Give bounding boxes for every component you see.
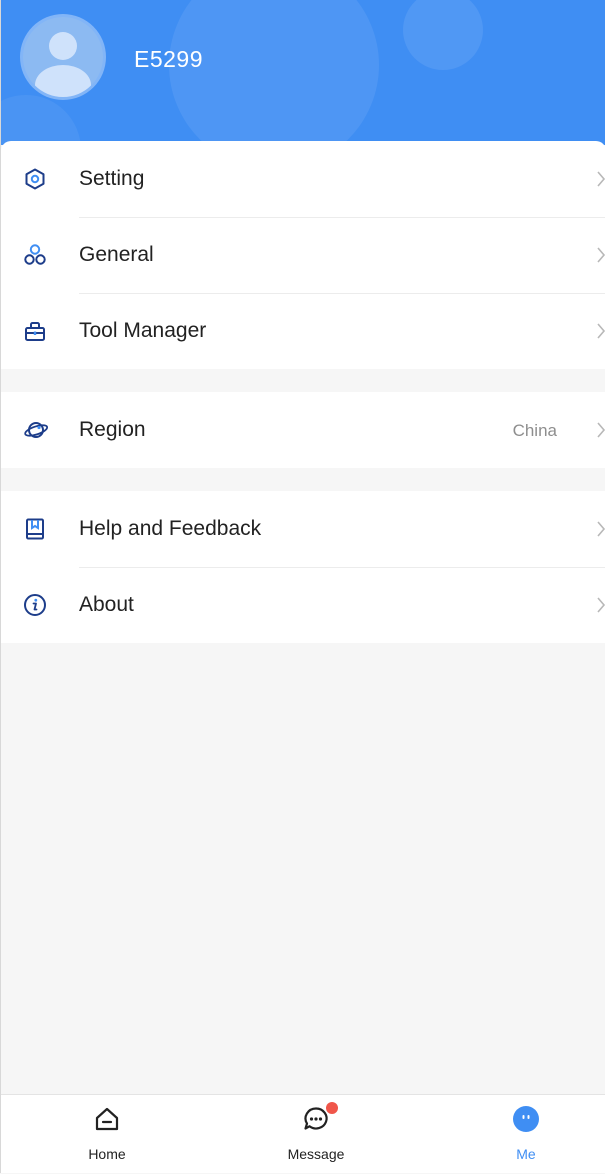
tab-me-label: Me <box>516 1146 536 1162</box>
avatar-head <box>49 32 77 60</box>
book-icon <box>26 518 44 540</box>
tab-message-label: Message <box>287 1146 345 1162</box>
tab-home[interactable]: Home <box>47 1095 167 1174</box>
tab-message[interactable]: Message <box>256 1095 376 1174</box>
chevron-right-icon <box>597 521 605 537</box>
chevron-right-icon <box>597 422 605 438</box>
home-icon <box>95 1107 119 1131</box>
menu-item-about[interactable]: About <box>1 567 605 643</box>
menu-item-general[interactable]: General <box>1 217 605 293</box>
username[interactable]: E5299 <box>134 46 203 73</box>
chevron-right-icon <box>597 171 605 187</box>
avatar[interactable] <box>23 17 103 97</box>
chevron-right-icon <box>597 597 605 613</box>
avatar-shoulders <box>35 65 91 97</box>
message-badge <box>326 1102 338 1114</box>
header-decor-circle <box>403 0 483 70</box>
bottom-tab-bar: Home Message Me <box>1 1094 605 1173</box>
menu-item-label: Help and Feedback <box>79 517 262 540</box>
menu-item-tool-manager[interactable]: Tool Manager <box>1 293 605 369</box>
menu-group-support: Help and Feedback About <box>1 491 605 643</box>
me-screen: E5299 Setting General Tool Manager Regio… <box>0 0 605 1173</box>
tab-me[interactable]: Me <box>466 1095 586 1174</box>
me-face-icon <box>513 1106 539 1132</box>
region-value: China <box>512 421 557 440</box>
menu-group-main: Setting General Tool Manager <box>1 141 605 369</box>
general-circles-icon <box>24 244 46 265</box>
menu-item-label: Tool Manager <box>79 319 207 342</box>
menu-item-label: Region <box>79 418 146 441</box>
settings-hexagon-icon <box>25 168 45 190</box>
info-icon <box>24 594 46 616</box>
menu-item-label: About <box>79 593 134 616</box>
planet-icon <box>24 422 49 438</box>
menu-item-label: Setting <box>79 167 145 190</box>
chevron-right-icon <box>597 247 605 263</box>
menu-item-help-feedback[interactable]: Help and Feedback <box>1 491 605 567</box>
toolbox-icon <box>25 322 45 341</box>
tab-home-label: Home <box>88 1146 126 1162</box>
profile-header: E5299 <box>1 0 605 145</box>
menu-item-label: General <box>79 243 154 266</box>
chevron-right-icon <box>597 323 605 339</box>
menu-group-region: Region China <box>1 392 605 468</box>
header-decor-circle <box>1 95 81 145</box>
menu-item-region[interactable]: Region China <box>1 392 605 468</box>
menu-item-setting[interactable]: Setting <box>1 141 605 217</box>
